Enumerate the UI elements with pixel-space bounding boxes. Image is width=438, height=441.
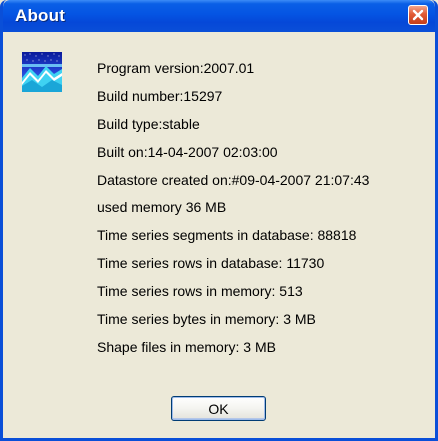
rows-in-memory-text: Time series rows in memory: 513 (97, 283, 303, 300)
title-bar[interactable]: About (3, 0, 435, 32)
app-logo-icon (22, 52, 62, 92)
bytes-in-memory-text: Time series bytes in memory: 3 MB (97, 311, 316, 328)
shape-files-in-memory-text: Shape files in memory: 3 MB (97, 338, 276, 355)
datastore-created-text: Datastore created on:#09-04-2007 21:07:4… (97, 171, 370, 188)
close-icon (412, 9, 424, 21)
window-title: About (15, 6, 66, 25)
dialog-content: Program version:2007.01 Build number:152… (3, 32, 435, 438)
program-version-text: Program version:2007.01 (97, 60, 255, 76)
build-number-text: Build number:15297 (97, 87, 223, 104)
build-type-text: Build type:stable (97, 115, 200, 132)
close-button[interactable] (408, 5, 428, 25)
segments-in-database-text: Time series segments in database: 88818 (97, 227, 357, 244)
about-dialog: About Program version:2007.01 Build numb… (0, 0, 438, 441)
ok-button[interactable]: OK (171, 396, 266, 421)
rows-in-database-text: Time series rows in database: 11730 (97, 255, 325, 272)
used-memory-text: used memory 36 MB (97, 199, 227, 216)
built-on-text: Built on:14-04-2007 02:03:00 (97, 143, 278, 160)
program-info-list: Program version:2007.01 Build number:152… (97, 60, 369, 367)
